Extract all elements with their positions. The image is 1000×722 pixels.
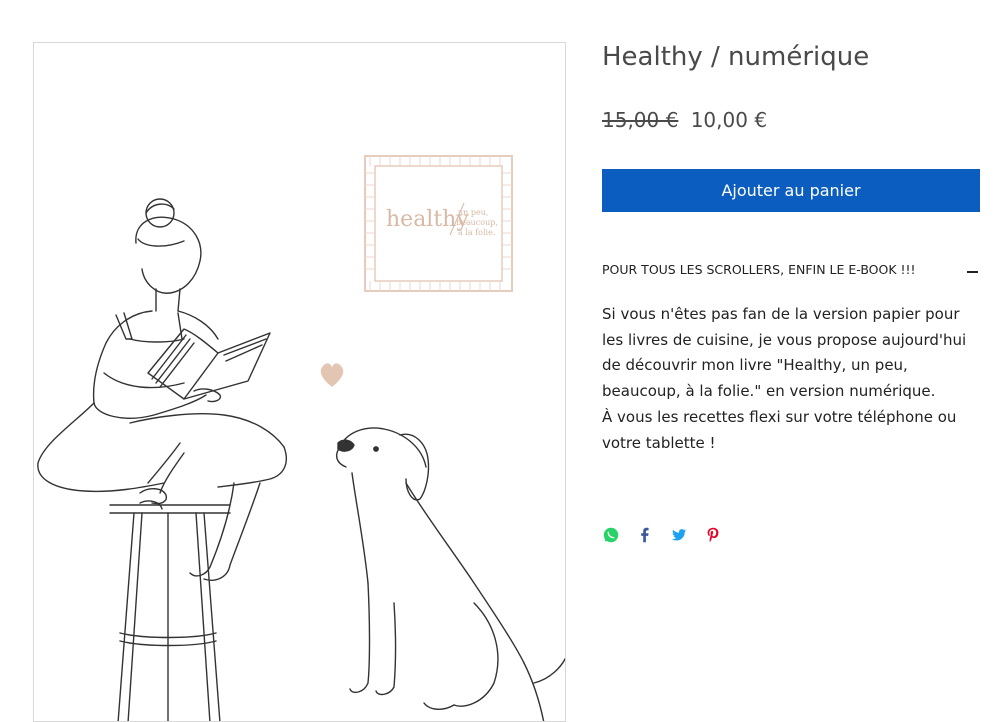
description-paragraph: À vous les recettes flexi sur votre télé… [602,407,957,452]
book-logo: healthy un peu, beaucoup, à la folie. [364,155,513,292]
price-row: 15,00 € 10,00 € [602,108,767,132]
original-price: 15,00 € [602,108,679,132]
product-title: Healthy / numérique [602,42,870,72]
description-paragraph: Si vous n'êtes pas fan de la version pap… [602,305,967,401]
product-illustration: healthy un peu, beaucoup, à la folie. [37,155,565,721]
product-image[interactable]: healthy un peu, beaucoup, à la folie. [33,42,566,722]
product-description: Si vous n'êtes pas fan de la version pap… [602,302,982,456]
accordion-title: POUR TOUS LES SCROLLERS, ENFIN LE E-BOOK… [602,262,916,277]
sale-price: 10,00 € [690,108,768,132]
collapse-icon[interactable] [967,271,978,273]
heart-icon [320,363,344,387]
whatsapp-icon[interactable] [602,526,620,544]
woman-reading-illustration [37,198,288,721]
dog-illustration [335,427,565,721]
pinterest-icon[interactable] [704,526,722,544]
add-to-cart-button[interactable]: Ajouter au panier [602,169,980,212]
svg-text:un peu,: un peu, [458,208,488,217]
description-accordion-header[interactable]: POUR TOUS LES SCROLLERS, ENFIN LE E-BOOK… [602,262,980,282]
svg-text:à la folie.: à la folie. [458,228,495,237]
twitter-icon[interactable] [670,526,688,544]
facebook-icon[interactable] [636,526,654,544]
svg-text:beaucoup,: beaucoup, [456,218,498,227]
